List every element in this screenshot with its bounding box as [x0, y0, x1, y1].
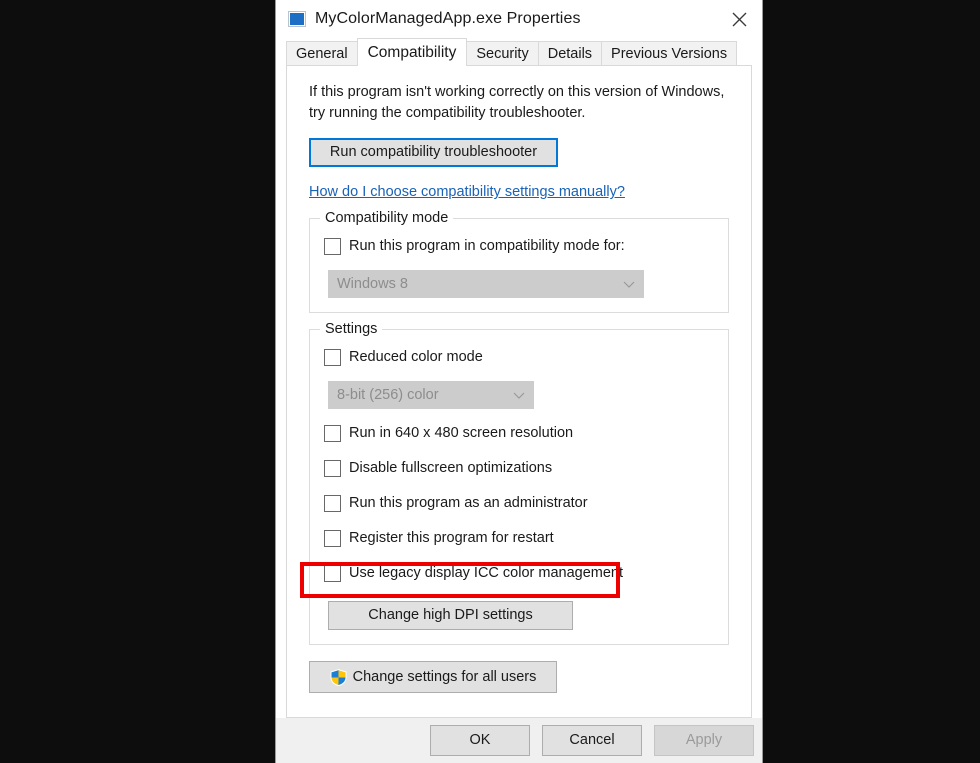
checkbox-label: Register this program for restart — [349, 530, 554, 547]
checkbox-register-for-restart[interactable]: Register this program for restart — [324, 527, 714, 549]
checkbox-icon[interactable] — [324, 459, 341, 477]
ok-button[interactable]: OK — [430, 725, 530, 756]
checkbox-label: Run this program as an administrator — [349, 495, 588, 512]
checkbox-label: Reduced color mode — [349, 349, 483, 366]
compatibility-mode-group: Compatibility mode Run this program in c… — [309, 210, 729, 314]
checkbox-use-legacy-icc-color-management[interactable]: Use legacy display ICC color management — [324, 562, 714, 584]
tab-details[interactable]: Details — [537, 41, 603, 66]
checkbox-reduced-color-mode[interactable]: Reduced color mode — [324, 346, 714, 368]
change-settings-for-all-users-button[interactable]: Change settings for all users — [309, 661, 557, 694]
checkbox-run-as-administrator[interactable]: Run this program as an administrator — [324, 492, 714, 514]
checkbox-icon[interactable] — [324, 564, 341, 582]
color-depth-select-value: 8-bit (256) color — [337, 387, 439, 404]
dialog-footer: OK Cancel Apply — [276, 718, 762, 763]
change-high-dpi-settings-button[interactable]: Change high DPI settings — [328, 601, 573, 631]
settings-legend: Settings — [320, 321, 383, 338]
all-users-button-label: Change settings for all users — [352, 668, 537, 685]
compatibility-help-link[interactable]: How do I choose compatibility settings m… — [309, 184, 625, 200]
checkbox-label: Use legacy display ICC color management — [349, 565, 624, 582]
tab-security[interactable]: Security — [466, 41, 539, 66]
run-compatibility-troubleshooter-button[interactable]: Run compatibility troubleshooter — [309, 138, 558, 168]
uac-shield-icon — [330, 668, 347, 686]
compatibility-mode-legend: Compatibility mode — [320, 210, 454, 227]
tab-strip: General Compatibility Security Details P… — [276, 38, 762, 66]
checkbox-icon[interactable] — [324, 348, 341, 366]
tab-compatibility[interactable]: Compatibility — [356, 38, 468, 66]
checkbox-icon[interactable] — [324, 494, 341, 512]
checkbox-run-compatibility-mode[interactable]: Run this program in compatibility mode f… — [324, 235, 714, 257]
checkbox-icon[interactable] — [324, 529, 341, 547]
color-depth-select[interactable]: 8-bit (256) color — [328, 381, 534, 410]
compatibility-mode-select-value: Windows 8 — [337, 276, 408, 293]
checkbox-icon[interactable] — [324, 237, 341, 255]
compatibility-mode-select[interactable]: Windows 8 — [328, 270, 644, 299]
chevron-down-icon — [623, 281, 635, 288]
title-bar: MyColorManagedApp.exe Properties — [276, 0, 762, 38]
intro-text: If this program isn't working correctly … — [309, 84, 725, 122]
checkbox-icon[interactable] — [324, 424, 341, 442]
window-title: MyColorManagedApp.exe Properties — [315, 10, 581, 27]
settings-group: Settings Reduced color mode 8-bit (256) … — [309, 321, 729, 646]
tab-previous-versions[interactable]: Previous Versions — [601, 41, 738, 66]
apply-button: Apply — [654, 725, 754, 756]
chevron-down-icon — [513, 392, 525, 399]
checkbox-label: Disable fullscreen optimizations — [349, 460, 553, 477]
close-icon[interactable] — [716, 0, 762, 38]
properties-dialog: MyColorManagedApp.exe Properties General… — [275, 0, 763, 763]
checkbox-run-640x480[interactable]: Run in 640 x 480 screen resolution — [324, 422, 714, 444]
checkbox-label: Run this program in compatibility mode f… — [349, 238, 625, 255]
checkbox-label: Run in 640 x 480 screen resolution — [349, 425, 574, 442]
tab-general[interactable]: General — [286, 41, 358, 66]
cancel-button[interactable]: Cancel — [542, 725, 642, 756]
compatibility-panel: If this program isn't working correctly … — [286, 66, 752, 718]
screenshot-root: MyColorManagedApp.exe Properties General… — [0, 0, 980, 763]
checkbox-disable-fullscreen-optimizations[interactable]: Disable fullscreen optimizations — [324, 457, 714, 479]
application-icon — [288, 11, 306, 27]
